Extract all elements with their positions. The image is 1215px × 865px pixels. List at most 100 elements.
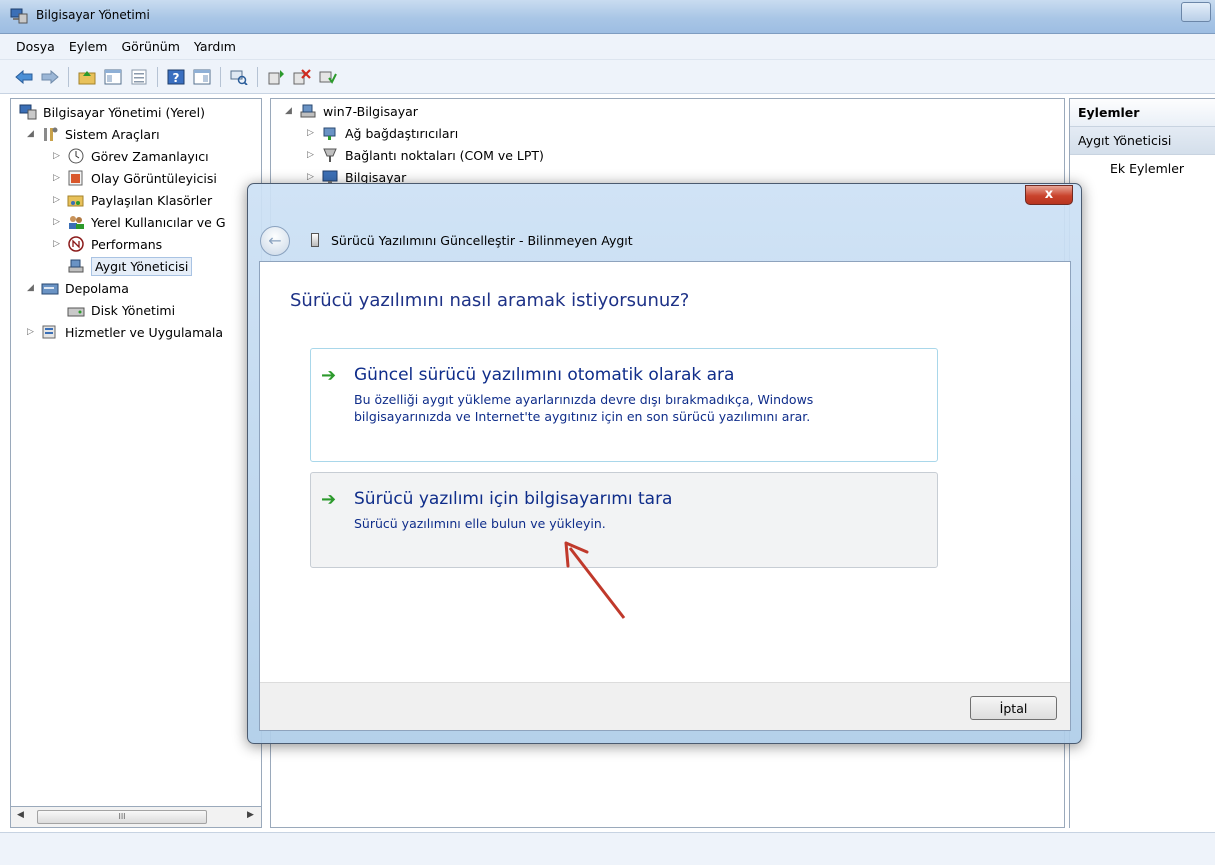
tree-item-storage[interactable]: ◢ Depolama (27, 277, 129, 299)
scroll-right-arrow-icon[interactable]: ▶ (247, 810, 254, 820)
forward-arrow-icon (41, 69, 59, 84)
update-driver-dialog: x ← Sürücü Yazılımını Güncelleştir - Bil… (247, 183, 1082, 744)
cancel-button[interactable]: İptal (970, 696, 1057, 720)
window-title: Bilgisayar Yönetimi (36, 8, 150, 22)
help-button[interactable]: ? (166, 67, 186, 87)
option-title: Sürücü yazılımı için bilgisayarımı tara (354, 489, 673, 509)
console-tree: Bilgisayar Yönetimi (Yerel) ◢ Sistem Ara… (10, 98, 262, 828)
scroll-left-arrow-icon[interactable]: ◀ (17, 810, 24, 820)
expand-arrow-icon[interactable]: ▷ (307, 150, 319, 160)
menu-view[interactable]: Görünüm (121, 39, 179, 54)
tree-item-event-viewer[interactable]: ▷ Olay Görüntüleyicisi (53, 167, 217, 189)
back-arrow-icon (15, 69, 33, 84)
tree-item-disk-management[interactable]: Disk Yönetimi (65, 299, 175, 321)
dialog-title: Sürücü Yazılımını Güncelleştir - Bilinme… (331, 233, 633, 248)
up-folder-icon (78, 70, 96, 84)
tree-label: Depolama (65, 280, 129, 296)
expand-arrow-icon[interactable]: ▷ (27, 327, 39, 337)
scan-hardware-icon (230, 70, 248, 85)
expand-arrow-icon[interactable]: ▷ (53, 195, 65, 205)
menu-action[interactable]: Eylem (69, 39, 108, 54)
show-tree-button[interactable] (103, 67, 123, 87)
device-item-network-adapters[interactable]: ▷ Ağ bağdaştırıcıları (307, 122, 458, 144)
green-arrow-icon: ➔ (321, 365, 337, 386)
toolbar-separator (220, 66, 221, 87)
tree-label: Hizmetler ve Uygulamala (65, 324, 224, 340)
option-description: Bu özelliği aygıt yükleme ayarlarınızda … (354, 392, 814, 424)
tree-item-root[interactable]: Bilgisayar Yönetimi (Yerel) (17, 101, 205, 123)
uninstall-button[interactable] (292, 67, 312, 87)
tree-label: Görev Zamanlayıcı (91, 148, 209, 164)
services-icon (42, 325, 56, 339)
tree-panel-icon (104, 69, 122, 84)
expand-arrow-icon[interactable]: ▷ (53, 217, 65, 227)
toolbar: ? (0, 60, 1215, 94)
computer-management-icon (10, 8, 28, 24)
actions-header: Eylemler (1070, 99, 1215, 127)
actions-section-device-manager[interactable]: Aygıt Yöneticisi (1070, 127, 1215, 155)
expand-arrow-icon[interactable]: ▷ (53, 239, 65, 249)
shared-folder-icon (67, 195, 84, 207)
enable-device-button[interactable] (318, 67, 338, 87)
menu-file[interactable]: Dosya (16, 39, 55, 54)
storage-icon (41, 283, 59, 295)
uninstall-icon (293, 68, 311, 84)
tree-item-local-users[interactable]: ▷ Yerel Kullanıcılar ve G (53, 211, 226, 233)
device-item-computer[interactable]: ◢ win7-Bilgisayar (285, 100, 418, 122)
tree-label: Aygıt Yöneticisi (91, 256, 193, 276)
collapse-arrow-icon[interactable]: ◢ (27, 283, 39, 293)
update-driver-icon (268, 69, 284, 84)
tree-item-services[interactable]: ▷ Hizmetler ve Uygulamala (27, 321, 223, 343)
tree-item-performance[interactable]: ▷ Performans (53, 233, 162, 255)
minimize-button[interactable] (1181, 2, 1211, 22)
status-bar (0, 832, 1215, 865)
expand-arrow-icon[interactable]: ▷ (53, 151, 65, 161)
back-button[interactable] (14, 67, 34, 87)
tools-icon (44, 127, 58, 141)
action-pane-button[interactable] (192, 67, 212, 87)
tree-label: Disk Yönetimi (91, 302, 176, 318)
update-driver-button[interactable] (266, 67, 286, 87)
green-arrow-icon: ➔ (321, 489, 337, 510)
properties-view-button[interactable] (129, 67, 149, 87)
tree-item-task-scheduler[interactable]: ▷ Görev Zamanlayıcı (53, 145, 209, 167)
collapse-arrow-icon[interactable]: ◢ (27, 129, 39, 139)
expand-arrow-icon[interactable]: ▷ (307, 172, 319, 182)
dialog-back-button[interactable]: ← (260, 226, 290, 256)
menu-help[interactable]: Yardım (194, 39, 236, 54)
more-actions-link[interactable]: Ek Eylemler (1070, 155, 1215, 176)
tree-item-shared-folders[interactable]: ▷ Paylaşılan Klasörler (53, 189, 212, 211)
up-folder-button[interactable] (77, 67, 97, 87)
tree-item-system-tools[interactable]: ◢ Sistem Araçları (27, 123, 160, 145)
dialog-body: Sürücü yazılımını nasıl aramak istiyorsu… (259, 261, 1071, 731)
performance-icon (68, 236, 84, 252)
actions-pane: Eylemler Aygıt Yöneticisi Ek Eylemler (1069, 98, 1215, 828)
toolbar-separator (257, 66, 258, 87)
option-description: Sürücü yazılımını elle bulun ve yükleyin… (354, 516, 606, 531)
list-view-icon (131, 69, 147, 84)
clock-icon (68, 148, 84, 164)
browse-computer-option[interactable]: ➔ Sürücü yazılımı için bilgisayarımı tar… (310, 472, 938, 568)
tree-horizontal-scrollbar[interactable]: ◀ III ▶ (10, 806, 262, 828)
device-item-ports[interactable]: ▷ Bağlantı noktaları (COM ve LPT) (307, 144, 544, 166)
device-label: Ağ bağdaştırıcıları (345, 125, 459, 141)
event-viewer-icon (68, 170, 83, 186)
tree-label: Yerel Kullanıcılar ve G (91, 214, 226, 230)
collapse-arrow-icon[interactable]: ◢ (285, 106, 297, 116)
tree-label: Bilgisayar Yönetimi (Yerel) (43, 104, 205, 120)
dialog-close-button[interactable]: x (1025, 185, 1073, 205)
expand-arrow-icon[interactable]: ▷ (53, 173, 65, 183)
option-title: Güncel sürücü yazılımını otomatik olarak… (354, 365, 735, 385)
search-automatically-option[interactable]: ➔ Güncel sürücü yazılımını otomatik olar… (310, 348, 938, 462)
scrollbar-thumb[interactable]: III (37, 810, 207, 824)
enable-device-icon (319, 71, 337, 84)
dialog-footer: İptal (260, 682, 1070, 730)
forward-button[interactable] (40, 67, 60, 87)
tree-item-device-manager[interactable]: Aygıt Yöneticisi (65, 255, 193, 277)
computer-icon (300, 104, 316, 118)
scan-hardware-button[interactable] (229, 67, 249, 87)
network-adapter-icon (323, 127, 336, 140)
expand-arrow-icon[interactable]: ▷ (307, 128, 319, 138)
device-label: Bağlantı noktaları (COM ve LPT) (345, 147, 544, 163)
help-icon: ? (167, 69, 185, 85)
